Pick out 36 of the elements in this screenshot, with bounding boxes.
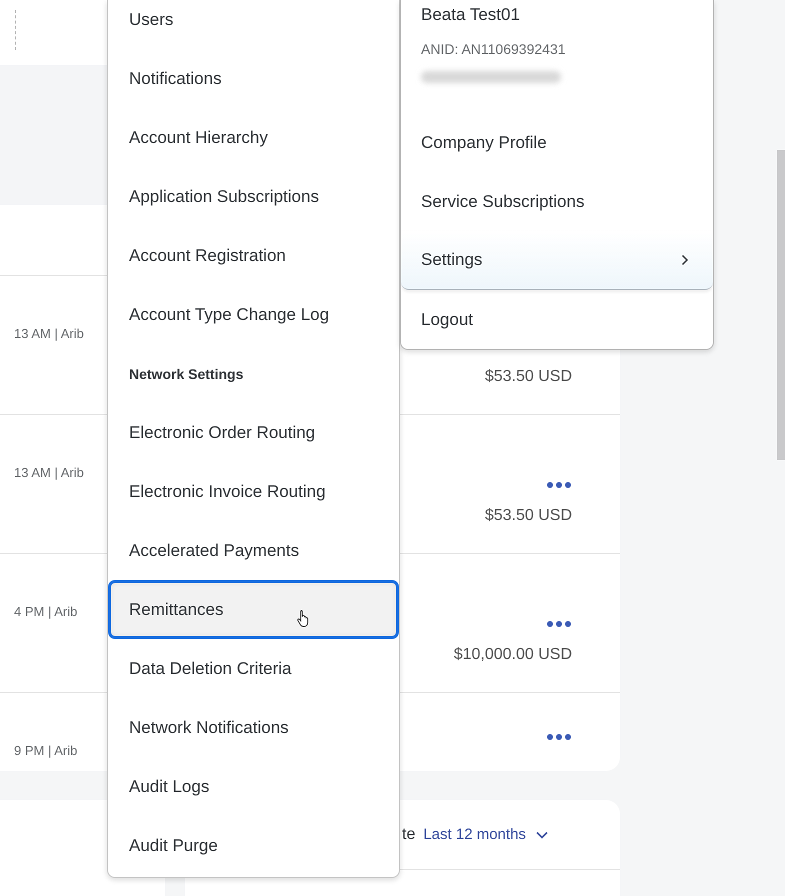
menu-item[interactable]: Audit Logs bbox=[108, 757, 399, 816]
menu-item[interactable]: Account Type Change Log bbox=[108, 285, 399, 344]
menu-item[interactable]: Remittances bbox=[108, 580, 399, 639]
chevron-right-icon bbox=[681, 254, 689, 266]
menu-item[interactable]: Logout bbox=[401, 290, 713, 349]
account-id: ANID: AN11069392431 bbox=[420, 40, 567, 59]
menu-item[interactable]: Data Deletion Criteria bbox=[108, 639, 399, 698]
amount: $53.50 USD bbox=[484, 368, 572, 386]
menu-item[interactable]: Electronic Invoice Routing bbox=[108, 462, 399, 521]
filter-label: te bbox=[402, 826, 416, 844]
menu-item[interactable]: Electronic Order Routing bbox=[108, 403, 399, 462]
menu-item[interactable]: Notifications bbox=[108, 49, 399, 108]
amount: $53.50 USD bbox=[484, 507, 572, 525]
menu-item[interactable]: Service Subscriptions bbox=[401, 172, 713, 231]
menu-item[interactable]: Application Subscriptions bbox=[108, 167, 399, 226]
more-icon[interactable] bbox=[546, 620, 572, 628]
period-dropdown[interactable]: Last 12 months bbox=[423, 826, 548, 843]
menu-section-header: Network Settings bbox=[128, 364, 244, 384]
chevron-down-icon bbox=[536, 830, 548, 838]
row-timestamp: 4 PM | Arib bbox=[14, 604, 78, 619]
menu-item[interactable]: Users bbox=[108, 0, 399, 49]
scrollbar[interactable] bbox=[777, 150, 785, 460]
menu-item[interactable]: Account Registration bbox=[108, 226, 399, 285]
menu-item[interactable]: Account Hierarchy bbox=[108, 108, 399, 167]
menu-item[interactable]: Settings bbox=[401, 231, 713, 290]
amount: $10,000.00 USD bbox=[454, 646, 572, 664]
menu-item[interactable]: Company Profile bbox=[401, 113, 713, 172]
row-timestamp: 13 AM | Arib bbox=[14, 326, 84, 341]
more-icon[interactable] bbox=[546, 481, 572, 489]
menu-item[interactable]: Network Notifications bbox=[108, 698, 399, 757]
more-icon[interactable] bbox=[546, 733, 572, 741]
menu-item[interactable]: Accelerated Payments bbox=[108, 521, 399, 580]
user-name: Beata Test01 bbox=[420, 4, 521, 26]
row-timestamp: 9 PM | Arib bbox=[14, 743, 78, 758]
row-timestamp: 13 AM | Arib bbox=[14, 465, 84, 480]
menu-item[interactable]: Audit Purge bbox=[108, 816, 399, 875]
